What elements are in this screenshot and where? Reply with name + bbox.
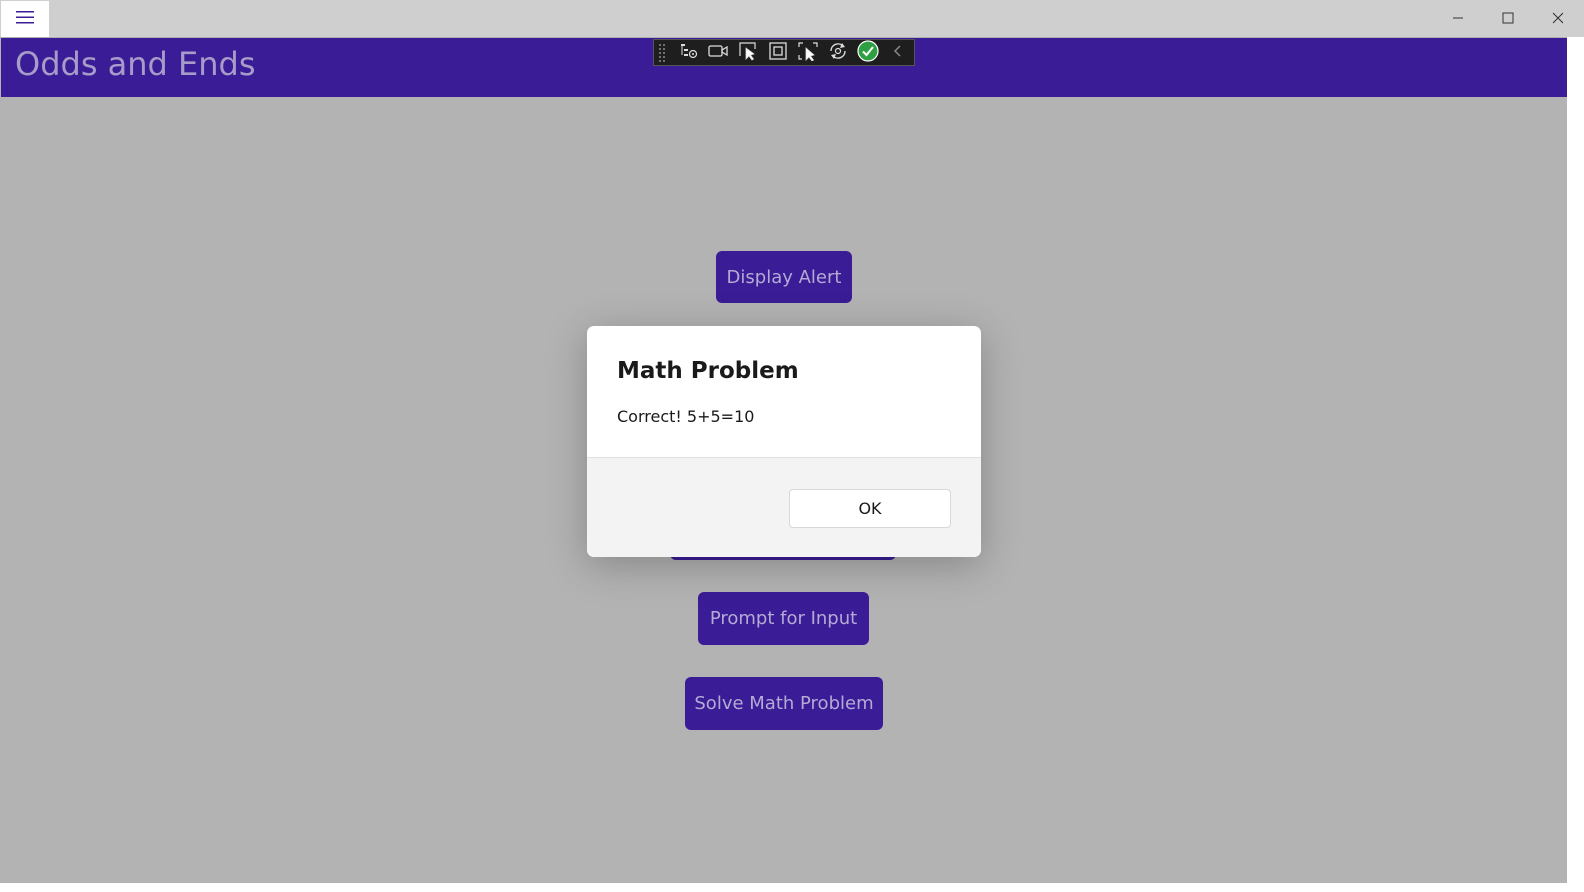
display-layout-adorners-button[interactable] xyxy=(765,40,792,65)
maximize-icon xyxy=(1502,9,1514,28)
track-focus-button[interactable] xyxy=(795,40,822,65)
live-visual-tree-button[interactable] xyxy=(675,40,702,65)
live-visual-tree-icon xyxy=(679,42,699,64)
record-button[interactable] xyxy=(705,40,732,65)
check-icon xyxy=(857,39,879,66)
window-title-bar xyxy=(0,0,1584,38)
hot-reload-button[interactable] xyxy=(824,40,851,65)
close-icon xyxy=(1552,9,1564,28)
display-layout-adorners-icon xyxy=(768,41,788,65)
collapse-toolbar-button[interactable] xyxy=(884,40,911,65)
collapse-chevron-icon xyxy=(892,43,904,63)
minimize-icon xyxy=(1452,9,1464,28)
dialog-footer: OK xyxy=(587,457,981,557)
status-check-button[interactable] xyxy=(854,39,881,66)
window-right-border xyxy=(1567,37,1584,892)
prompt-for-input-button[interactable]: Prompt for Input xyxy=(698,592,869,645)
track-focus-icon xyxy=(797,41,819,65)
maximize-button[interactable] xyxy=(1484,0,1532,36)
page-title: Odds and Ends xyxy=(15,45,256,83)
toolbar-grip-handle[interactable] xyxy=(658,42,666,63)
select-element-icon xyxy=(738,41,758,65)
video-camera-icon xyxy=(707,43,729,63)
display-alert-button[interactable]: Display Alert xyxy=(716,251,852,303)
ok-button[interactable]: OK xyxy=(789,489,951,528)
dialog-title: Math Problem xyxy=(617,358,799,384)
alert-dialog: Math Problem Correct! 5+5=10 OK xyxy=(587,326,981,557)
dialog-message: Correct! 5+5=10 xyxy=(617,407,755,426)
hamburger-icon xyxy=(15,9,35,29)
solve-math-problem-button[interactable]: Solve Math Problem xyxy=(685,677,883,730)
hot-reload-icon xyxy=(827,41,849,65)
close-button[interactable] xyxy=(1534,0,1582,36)
minimize-button[interactable] xyxy=(1434,0,1482,36)
window-bottom-border xyxy=(0,883,1584,892)
debug-toolbar xyxy=(653,39,915,66)
hamburger-menu-button[interactable] xyxy=(1,1,49,37)
select-element-button[interactable] xyxy=(735,40,762,65)
